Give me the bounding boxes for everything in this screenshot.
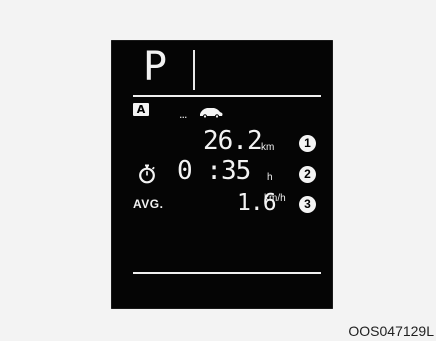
average-speed-label: AVG. bbox=[133, 197, 164, 211]
vehicle-dots: ... bbox=[179, 108, 187, 121]
average-speed-unit: km/h bbox=[264, 193, 286, 204]
gear-indicator-area: P bbox=[133, 44, 321, 94]
distance-value: 26.2 bbox=[203, 126, 263, 156]
bottom-divider bbox=[133, 272, 321, 274]
page: P A ... 26.2 km 1 0 :35 h 2 AVG. 1.6 km/… bbox=[0, 0, 436, 341]
drive-time-value: 0 :35 bbox=[177, 156, 251, 186]
image-code: OOS047129L bbox=[348, 323, 434, 339]
stopwatch-icon bbox=[139, 164, 155, 184]
average-speed-marker: 3 bbox=[299, 196, 316, 213]
distance-unit: km bbox=[261, 142, 275, 153]
gear-divider bbox=[193, 50, 195, 90]
drive-time-unit: h bbox=[267, 172, 273, 183]
mode-badge: A bbox=[133, 103, 149, 116]
drive-time-marker: 2 bbox=[299, 166, 316, 183]
distance-marker: 1 bbox=[299, 135, 316, 152]
instrument-cluster-display: P A ... 26.2 km 1 0 :35 h 2 AVG. 1.6 km/… bbox=[111, 40, 333, 309]
car-icon bbox=[200, 108, 223, 119]
top-divider bbox=[133, 95, 321, 97]
gear-indicator: P bbox=[143, 44, 168, 90]
vehicle-status: ... bbox=[179, 104, 227, 120]
